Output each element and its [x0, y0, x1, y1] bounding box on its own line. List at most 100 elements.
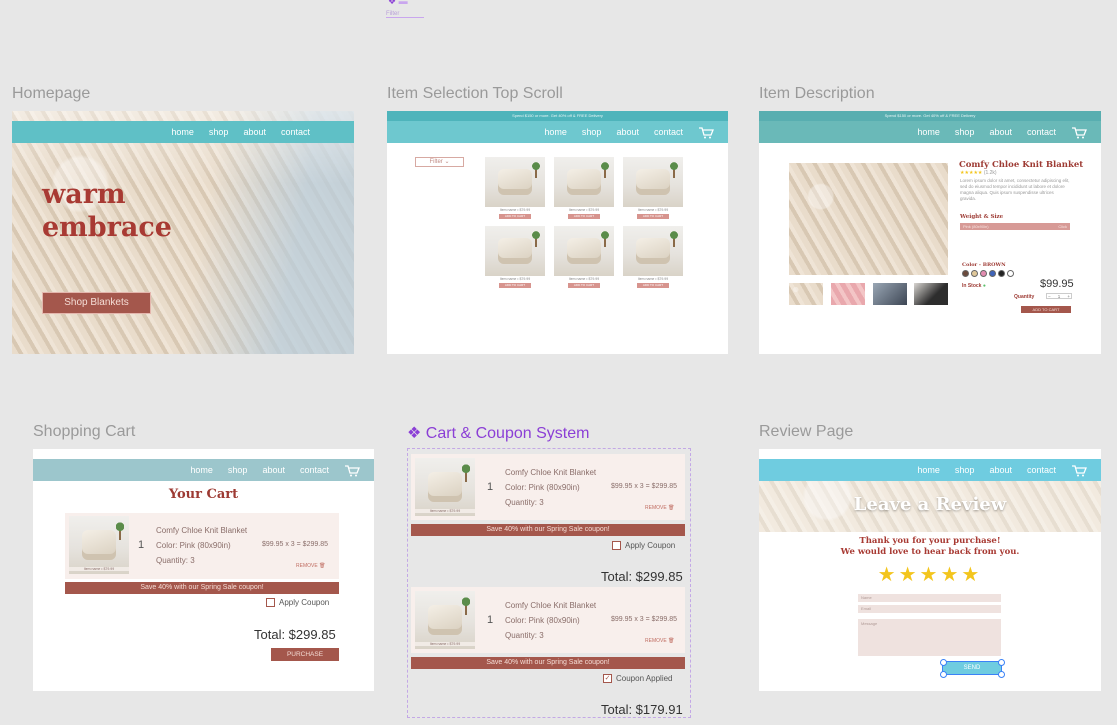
product-card[interactable]: Item name • $79.99 ADD TO CART — [554, 157, 614, 219]
resize-handle-tl[interactable] — [940, 659, 947, 666]
trash-icon[interactable]: 🗑 — [319, 563, 325, 569]
price-calc: $99.95 x 3 = $299.85 — [611, 483, 677, 490]
product-card[interactable]: Item name • $79.99 ADD TO CART — [485, 226, 545, 288]
color-swatch[interactable] — [971, 270, 978, 277]
coupon-banner[interactable]: Save 40% with our Spring Sale coupon! — [411, 657, 685, 669]
star-rating[interactable]: ★★★★★ — [759, 562, 1101, 587]
add-to-cart-button[interactable]: ADD TO CART — [1021, 306, 1071, 313]
product-card[interactable]: Item name • $79.99 ADD TO CART — [554, 226, 614, 288]
filter-dropdown[interactable]: Filter ⌄ — [415, 157, 464, 167]
cart-item-thumb — [69, 516, 129, 574]
resize-handle-br[interactable] — [998, 671, 1005, 678]
cart-icon[interactable] — [344, 464, 360, 477]
remove-link[interactable]: REMOVE 🗑 — [645, 505, 674, 511]
nav-shop[interactable]: shop — [228, 465, 248, 475]
color-swatch[interactable] — [989, 270, 996, 277]
product-card[interactable]: Item name • $79.99 ADD TO CART — [623, 157, 683, 219]
coupon-banner[interactable]: Save 40% with our Spring Sale coupon! — [411, 524, 685, 536]
minus-icon[interactable]: − — [1048, 294, 1051, 299]
checkbox-box[interactable] — [266, 598, 275, 608]
checkbox-checked[interactable]: ✓ — [603, 674, 612, 684]
nav-home[interactable]: home — [917, 127, 940, 137]
nav-contact[interactable]: contact — [300, 465, 329, 475]
product-thumb-1[interactable] — [789, 283, 823, 305]
apply-coupon-checkbox[interactable]: Apply Coupon — [612, 541, 675, 551]
nav-about[interactable]: about — [616, 127, 639, 137]
nav-about[interactable]: about — [989, 127, 1012, 137]
cart-icon[interactable] — [1071, 464, 1087, 477]
star-icon[interactable]: ★ — [961, 564, 982, 586]
product-card-caption: Item name • $79.99 — [637, 277, 669, 281]
product-thumb-2[interactable] — [831, 283, 865, 305]
nav-about[interactable]: about — [262, 465, 285, 475]
checkbox-box[interactable] — [612, 541, 621, 551]
nav-home[interactable]: home — [917, 465, 940, 475]
add-to-cart-button[interactable]: ADD TO CART — [637, 283, 669, 288]
nav-home[interactable]: home — [171, 127, 194, 137]
nav-home[interactable]: home — [190, 465, 213, 475]
cart-icon[interactable] — [698, 126, 714, 139]
purchase-button[interactable]: PURCHASE — [271, 648, 339, 661]
color-swatch[interactable] — [998, 270, 1005, 277]
name-input[interactable]: Name — [858, 594, 1001, 602]
nav-contact[interactable]: contact — [1027, 465, 1056, 475]
star-icon[interactable]: ★ — [940, 564, 961, 586]
message-textarea[interactable]: Message — [858, 619, 1001, 656]
cart-item-name: Comfy Chloe Knit Blanket — [505, 601, 597, 610]
cart-item-qty: 1 — [138, 539, 145, 551]
color-label: Color - BROWN — [962, 262, 1006, 268]
quantity-stepper[interactable]: −1 + — [1046, 293, 1072, 299]
cart-item-name: Comfy Chloe Knit Blanket — [156, 526, 248, 535]
product-card[interactable]: Item name • $79.99 ADD TO CART — [623, 226, 683, 288]
product-card[interactable]: Item name • $79.99 ADD TO CART — [485, 157, 545, 219]
nav-contact[interactable]: contact — [1027, 127, 1056, 137]
resize-handle-tr[interactable] — [998, 659, 1005, 666]
nav-about[interactable]: about — [989, 465, 1012, 475]
nav-shop[interactable]: shop — [582, 127, 602, 137]
product-main-image — [789, 163, 948, 275]
product-thumb-4[interactable] — [914, 283, 948, 305]
color-swatch[interactable] — [980, 270, 987, 277]
star-icon[interactable]: ★ — [920, 564, 941, 586]
send-button[interactable]: SEND — [942, 661, 1002, 675]
thumb-caption: Item name • $79.99 — [415, 642, 475, 646]
resize-handle-bl[interactable] — [940, 671, 947, 678]
apply-coupon-checkbox[interactable]: Apply Coupon — [266, 598, 329, 608]
cart-item-row: Item name • $79.99 1 Comfy Chloe Knit Bl… — [411, 454, 685, 520]
add-to-cart-button[interactable]: ADD TO CART — [637, 214, 669, 219]
add-to-cart-button[interactable]: ADD TO CART — [568, 214, 600, 219]
star-icon[interactable]: ★ — [878, 564, 899, 586]
shop-blankets-button[interactable]: Shop Blankets — [42, 292, 151, 314]
hero-headline-line2: embrace — [42, 212, 172, 243]
email-input[interactable]: Email — [858, 605, 1001, 613]
size-select[interactable]: Pink (80x90in) Click — [960, 223, 1070, 230]
add-to-cart-button[interactable]: ADD TO CART — [568, 283, 600, 288]
cart-item-thumb — [415, 458, 475, 516]
plus-icon[interactable]: + — [1067, 294, 1070, 299]
nav-shop[interactable]: shop — [955, 127, 975, 137]
add-to-cart-button[interactable]: ADD TO CART — [499, 283, 531, 288]
product-thumb-3[interactable] — [873, 283, 907, 305]
nav-contact[interactable]: contact — [281, 127, 310, 137]
remove-link[interactable]: REMOVE 🗑 — [645, 638, 674, 644]
star-icon[interactable]: ★ — [899, 564, 920, 586]
nav-about[interactable]: about — [243, 127, 266, 137]
color-swatch[interactable] — [1007, 270, 1014, 277]
quantity-label: Quantity — [1014, 294, 1035, 300]
coupon-applied-checkbox[interactable]: ✓ Coupon Applied — [603, 674, 673, 684]
review-nav: home shop about contact — [759, 459, 1101, 481]
nav-shop[interactable]: shop — [209, 127, 229, 137]
nav-shop[interactable]: shop — [955, 465, 975, 475]
cart-icon[interactable] — [1071, 126, 1087, 139]
homepage-frame: home shop about contact warm embrace Sho… — [12, 111, 354, 354]
remove-link[interactable]: REMOVE 🗑 — [296, 563, 325, 569]
trash-icon[interactable]: 🗑 — [668, 638, 674, 644]
color-swatch[interactable] — [962, 270, 969, 277]
top-fragment-filter[interactable]: Filter — [386, 11, 424, 18]
trash-icon[interactable]: 🗑 — [668, 505, 674, 511]
product-card-image — [485, 226, 545, 276]
coupon-banner[interactable]: Save 40% with our Spring Sale coupon! — [65, 582, 339, 594]
add-to-cart-button[interactable]: ADD TO CART — [499, 214, 531, 219]
nav-home[interactable]: home — [544, 127, 567, 137]
nav-contact[interactable]: contact — [654, 127, 683, 137]
